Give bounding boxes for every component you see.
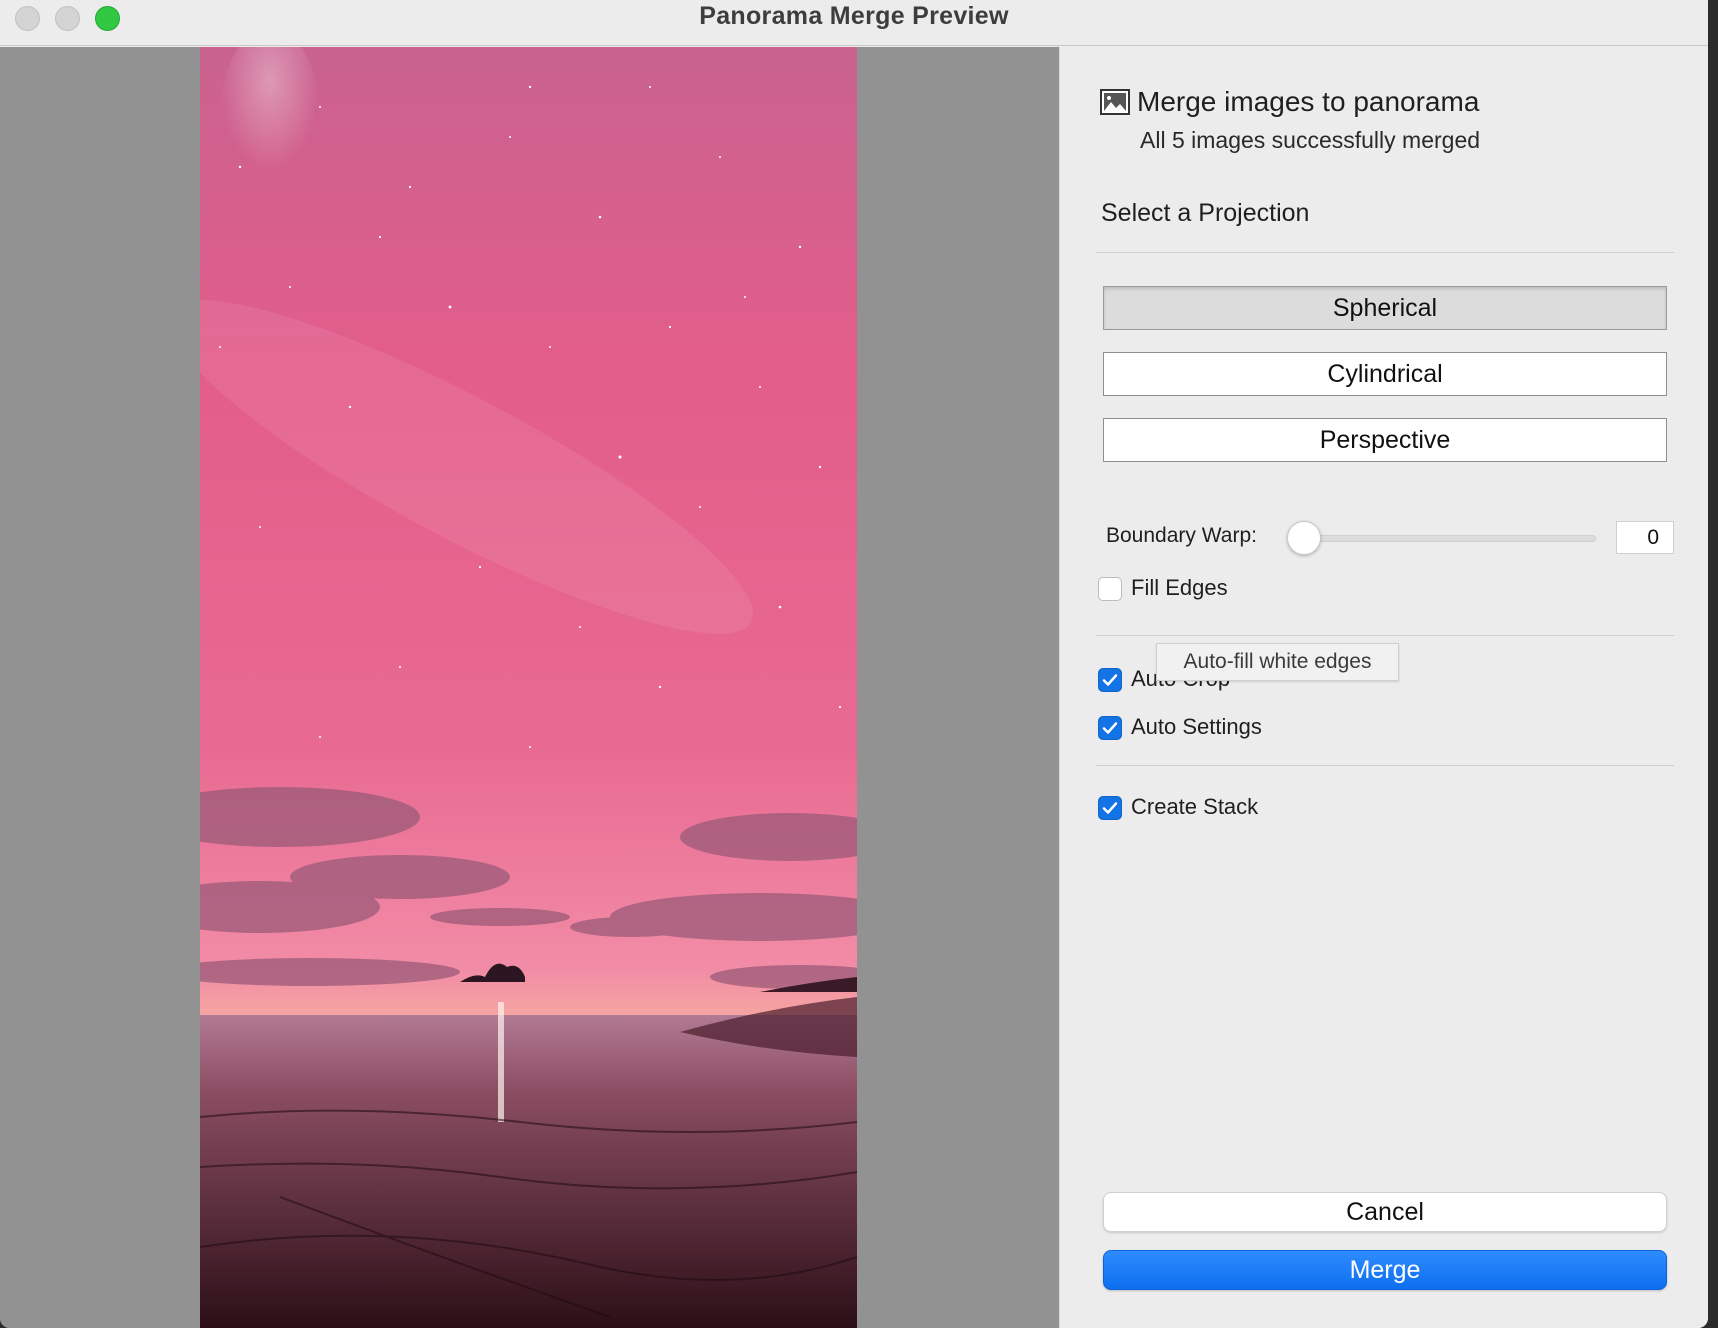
cylindrical-button[interactable]: Cylindrical <box>1103 352 1667 396</box>
image-icon <box>1100 89 1130 115</box>
perspective-button[interactable]: Perspective <box>1103 418 1667 462</box>
divider <box>1096 252 1674 253</box>
boundary-warp-slider-track[interactable] <box>1288 535 1596 542</box>
auto-settings-checkbox[interactable] <box>1098 716 1122 740</box>
cancel-button[interactable]: Cancel <box>1103 1192 1667 1232</box>
panel-title: Merge images to panorama <box>1137 86 1480 117</box>
panorama-merge-dialog: Panorama Merge Preview Merge images to p… <box>0 0 1708 1328</box>
panorama-preview-image <box>200 47 857 1328</box>
boundary-warp-value-field[interactable]: 0 <box>1616 521 1674 554</box>
auto-crop-checkbox[interactable] <box>1098 668 1122 692</box>
checkmark-icon <box>1102 802 1118 814</box>
auto-settings-label: Auto Settings <box>1131 714 1262 739</box>
merge-status: All 5 images successfully merged <box>1140 127 1481 153</box>
checkmark-icon <box>1102 722 1118 734</box>
preview-area <box>0 47 1059 1328</box>
fill-edges-label: Fill Edges <box>1131 575 1228 600</box>
create-stack-checkbox[interactable] <box>1098 796 1122 820</box>
divider <box>1096 635 1674 636</box>
merge-button[interactable]: Merge <box>1103 1250 1667 1290</box>
boundary-warp-slider-thumb[interactable] <box>1287 521 1321 555</box>
spherical-button[interactable]: Spherical <box>1103 286 1667 330</box>
checkmark-icon <box>1102 674 1118 686</box>
divider <box>1096 765 1674 766</box>
title-bar: Panorama Merge Preview <box>0 0 1708 46</box>
fill-edges-checkbox[interactable] <box>1098 577 1122 601</box>
fill-edges-tooltip: Auto-fill white edges <box>1156 643 1399 681</box>
settings-panel: Merge images to panorama All 5 images su… <box>1059 47 1708 1328</box>
window-title: Panorama Merge Preview <box>699 2 1009 30</box>
projection-heading: Select a Projection <box>1101 199 1310 227</box>
boundary-warp-label: Boundary Warp: <box>1106 524 1257 547</box>
create-stack-label: Create Stack <box>1131 794 1259 819</box>
background-window-edge <box>1708 0 1718 1328</box>
